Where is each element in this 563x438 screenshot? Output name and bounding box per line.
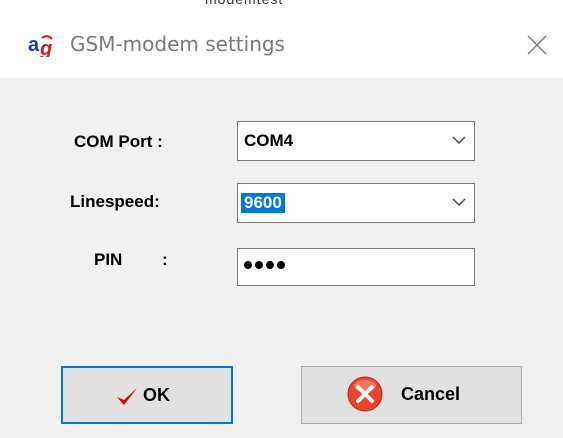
svg-text:a: a [28, 34, 40, 56]
close-icon [527, 35, 547, 55]
mask-dot [266, 261, 274, 269]
pin-label: PIN [94, 250, 123, 269]
ok-button[interactable]: OK [61, 366, 233, 424]
background-window-title: modemtest [205, 0, 365, 7]
com-port-select[interactable]: COM4 [237, 121, 475, 161]
pin-masked-value [244, 261, 285, 269]
dialog-title: GSM-modem settings [70, 32, 285, 56]
ag-app-icon: a g [28, 34, 53, 57]
cancel-button-label: Cancel [401, 384, 461, 404]
mask-dot [255, 261, 263, 269]
mask-dot [277, 261, 285, 269]
dialog-body: COM Port : COM4 Linespeed: 9600 PIN : OK… [0, 78, 563, 438]
close-button[interactable] [522, 30, 552, 60]
ok-button-label: OK [143, 385, 170, 405]
dialog-titlebar[interactable]: a g GSM-modem settings [0, 12, 563, 78]
svg-text:g: g [39, 38, 52, 57]
com-port-label: COM Port : [74, 132, 163, 151]
mask-dot [244, 261, 252, 269]
linespeed-select[interactable]: 9600 [237, 183, 475, 223]
chevron-down-icon[interactable] [452, 198, 466, 207]
checkmark-icon [117, 388, 137, 405]
screen: modemtest a g GSM-modem settings COM Por… [0, 0, 563, 438]
pin-input[interactable] [237, 248, 475, 286]
linespeed-value: 9600 [241, 193, 285, 213]
com-port-value: COM4 [244, 131, 294, 150]
chevron-down-icon[interactable] [452, 136, 466, 145]
cancel-button[interactable]: Cancel [301, 366, 522, 424]
pin-label-colon: : [162, 250, 168, 269]
cancel-x-icon [347, 376, 383, 412]
linespeed-label: Linespeed: [70, 192, 160, 211]
